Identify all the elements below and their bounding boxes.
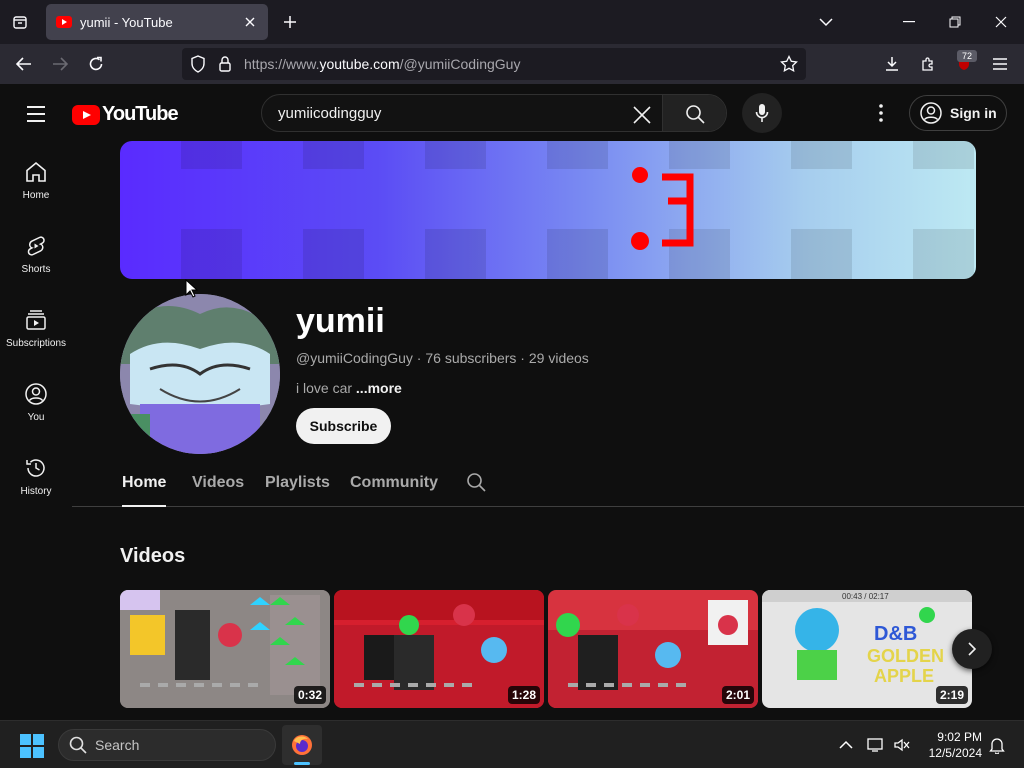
downloads-icon[interactable]	[878, 50, 906, 78]
tab-videos[interactable]: Videos	[192, 474, 244, 492]
restore-window-button[interactable]	[932, 0, 978, 44]
bookmark-star-icon[interactable]	[780, 54, 798, 78]
search-box[interactable]: yumiicodingguy	[261, 94, 727, 132]
carousel-next-button[interactable]	[952, 629, 992, 669]
clock-date: 12/5/2024	[928, 746, 982, 760]
svg-text:D&B: D&B	[874, 623, 917, 645]
channel-banner	[120, 141, 976, 279]
sidebar-item-subscriptions[interactable]: Subscriptions	[0, 290, 72, 364]
banner-face-image	[631, 167, 694, 250]
channel-description[interactable]: i love car ...more	[296, 380, 402, 396]
video-thumbnail[interactable]: 00:43 / 02:17 D&B GOLDEN APPLE 2:19	[762, 590, 972, 708]
list-all-tabs-icon[interactable]	[814, 10, 838, 34]
tracking-protection-shield-icon[interactable]	[190, 55, 206, 78]
sign-in-button[interactable]: Sign in	[909, 95, 1007, 131]
youtube-play-icon	[72, 104, 100, 125]
minimize-window-button[interactable]	[886, 0, 932, 44]
more-link[interactable]: ...more	[356, 380, 402, 396]
address-bar[interactable]: https://www.youtube.com/@yumiiCodingGuy	[182, 48, 806, 80]
app-menu-icon[interactable]	[986, 50, 1014, 78]
mouse-cursor-icon	[185, 279, 199, 298]
extensions-puzzle-icon[interactable]	[914, 50, 942, 78]
chevron-right-icon	[968, 642, 977, 656]
close-window-button[interactable]	[978, 0, 1024, 44]
sidebar-item-history[interactable]: History	[0, 438, 72, 512]
video-thumbnail[interactable]: 0:32	[120, 590, 330, 708]
browser-nav-bar: https://www.youtube.com/@yumiiCodingGuy …	[0, 44, 1024, 84]
account-circle-icon	[920, 102, 942, 124]
subscribe-button[interactable]: Subscribe	[296, 408, 391, 444]
sidebar-item-you[interactable]: You	[0, 364, 72, 438]
svg-text:APPLE: APPLE	[874, 666, 934, 686]
sidebar-item-shorts[interactable]: Shorts	[0, 216, 72, 290]
video-thumbnail[interactable]: 2:01	[548, 590, 758, 708]
back-button[interactable]	[10, 50, 38, 78]
guide-menu-button[interactable]	[20, 98, 52, 130]
search-button[interactable]	[662, 95, 726, 131]
youtube-logo[interactable]: YouTube	[72, 103, 179, 126]
search-input[interactable]: yumiicodingguy	[278, 105, 381, 122]
subscriptions-icon	[26, 310, 46, 330]
channel-search-icon[interactable]	[466, 472, 490, 496]
clear-search-icon[interactable]	[628, 101, 656, 129]
voice-search-button[interactable]	[742, 93, 782, 133]
subscriber-count: 76 subscribers	[425, 350, 517, 366]
youtube-header: YouTube yumiicodingguy Sign in	[0, 84, 1024, 142]
new-tab-button[interactable]	[278, 10, 302, 34]
browser-tab[interactable]: yumii - YouTube	[46, 4, 268, 40]
video-count: 29 videos	[528, 350, 589, 366]
video-thumbnail[interactable]: 1:28	[334, 590, 544, 708]
show-hidden-icons-chevron-icon[interactable]	[834, 733, 858, 757]
youtube-favicon-icon	[56, 16, 72, 28]
channel-name: yumii	[296, 302, 385, 340]
tab-home[interactable]: Home	[122, 474, 167, 507]
extension-badge: 72	[957, 50, 977, 62]
shorts-icon	[27, 236, 45, 256]
videos-section-title[interactable]: Videos	[120, 545, 185, 568]
lock-icon[interactable]	[218, 55, 232, 78]
channel-tabs: Home Videos Playlists Community	[72, 462, 1024, 507]
volume-muted-icon[interactable]	[890, 733, 914, 757]
sidebar-item-home[interactable]: Home	[0, 142, 72, 216]
tab-community[interactable]: Community	[350, 474, 438, 492]
search-icon	[69, 736, 87, 754]
url-text: https://www.youtube.com/@yumiiCodingGuy	[244, 56, 521, 72]
channel-handle: @yumiiCodingGuy	[296, 350, 413, 366]
firefox-taskbar-icon[interactable]	[282, 725, 322, 765]
microphone-icon	[755, 104, 769, 122]
video-duration: 2:19	[935, 686, 968, 704]
reload-button[interactable]	[82, 50, 110, 78]
video-duration: 1:28	[507, 686, 540, 704]
clock-time: 9:02 PM	[937, 730, 982, 744]
network-icon[interactable]	[864, 733, 888, 757]
tab-playlists[interactable]: Playlists	[265, 474, 330, 492]
player-time-overlay: 00:43 / 02:17	[842, 592, 889, 601]
browser-tab-bar: yumii - YouTube	[0, 0, 1024, 44]
taskbar-search[interactable]: Search	[58, 729, 276, 761]
windows-taskbar: Search 9:02 PM 12/5/2024	[0, 720, 1024, 768]
channel-meta: @yumiiCodingGuy · 76 subscribers · 29 vi…	[296, 350, 589, 366]
history-icon	[26, 459, 45, 477]
search-icon	[685, 105, 705, 124]
svg-text:GOLDEN: GOLDEN	[867, 646, 944, 666]
notifications-bell-icon[interactable]	[985, 733, 1009, 757]
you-icon	[25, 383, 47, 405]
close-tab-icon[interactable]	[242, 14, 258, 30]
channel-avatar[interactable]	[120, 294, 280, 454]
settings-kebab-icon[interactable]	[866, 98, 896, 128]
taskbar-clock[interactable]: 9:02 PM 12/5/2024	[924, 729, 982, 761]
mini-guide-sidebar: Home Shorts Subscriptions You History	[0, 142, 72, 720]
tab-title: yumii - YouTube	[80, 14, 173, 30]
home-icon	[26, 161, 46, 182]
start-button[interactable]	[20, 734, 44, 758]
video-duration: 0:32	[293, 686, 326, 704]
video-duration: 2:01	[721, 686, 754, 704]
tab-overview-icon[interactable]	[8, 10, 32, 34]
forward-button[interactable]	[46, 50, 74, 78]
